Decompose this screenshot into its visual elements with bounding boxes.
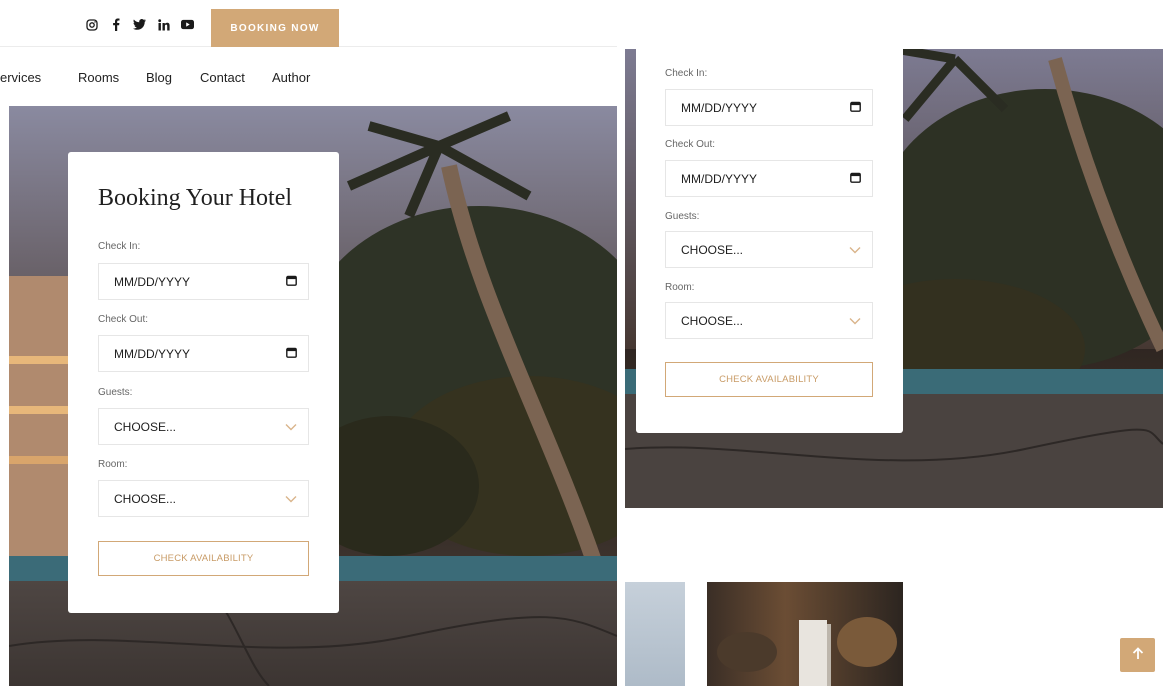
nav-item-blog[interactable]: Blog [146, 70, 172, 85]
guests-value: CHOOSE... [114, 419, 177, 434]
gallery-thumbnail[interactable] [625, 582, 685, 686]
check-out-date-input[interactable]: MM/DD/YYYY [665, 160, 873, 197]
instagram-icon[interactable] [85, 18, 98, 31]
check-in-label: Check In: [98, 241, 141, 252]
guests-select[interactable]: CHOOSE... [665, 231, 873, 268]
check-availability-button[interactable]: CHECK AVAILABILITY [98, 541, 309, 576]
booking-now-button[interactable]: BOOKING NOW [211, 9, 339, 47]
calendar-icon[interactable] [850, 101, 861, 115]
check-out-value: MM/DD/YYYY [681, 171, 758, 186]
room-label: Room: [98, 459, 128, 470]
guests-select[interactable]: CHOOSE... [98, 408, 309, 445]
check-in-value: MM/DD/YYYY [681, 100, 758, 115]
check-in-value: MM/DD/YYYY [114, 274, 191, 289]
check-out-value: MM/DD/YYYY [114, 346, 191, 361]
guests-label: Guests: [665, 211, 700, 222]
check-in-label: Check In: [665, 68, 708, 79]
booking-card: Booking Your Hotel Check In: MM/DD/YYYY … [68, 152, 339, 613]
linkedin-icon[interactable] [157, 18, 170, 31]
check-in-date-input[interactable]: MM/DD/YYYY [98, 263, 309, 300]
scroll-to-top-button[interactable] [1120, 638, 1155, 672]
nav-item-contact[interactable]: Contact [200, 70, 245, 85]
room-select[interactable]: CHOOSE... [98, 480, 309, 517]
booking-title: Booking Your Hotel [98, 185, 293, 211]
chevron-down-icon [849, 314, 861, 328]
room-value: CHOOSE... [681, 313, 744, 328]
check-out-label: Check Out: [98, 314, 149, 325]
youtube-icon[interactable] [181, 18, 194, 31]
left-page-view: BOOKING NOW ervices Rooms Blog Contact A… [0, 0, 617, 686]
gallery-thumbnail[interactable] [707, 582, 903, 686]
guests-value: CHOOSE... [681, 242, 744, 257]
chevron-down-icon [849, 243, 861, 257]
check-out-label: Check Out: [665, 139, 716, 150]
nav-item-author[interactable]: Author [272, 70, 310, 85]
booking-card-duplicate: Check In: MM/DD/YYYY Check Out: MM/DD/YY… [636, 49, 903, 433]
check-out-date-input[interactable]: MM/DD/YYYY [98, 335, 309, 372]
calendar-icon[interactable] [850, 172, 861, 186]
check-in-date-input[interactable]: MM/DD/YYYY [665, 89, 873, 126]
room-value: CHOOSE... [114, 491, 177, 506]
check-availability-button[interactable]: CHECK AVAILABILITY [665, 362, 873, 397]
twitter-icon[interactable] [133, 18, 146, 31]
chevron-down-icon [285, 492, 297, 506]
nav-item-rooms[interactable]: Rooms [78, 70, 119, 85]
room-select[interactable]: CHOOSE... [665, 302, 873, 339]
thumbnail-scene [717, 617, 897, 686]
guests-label: Guests: [98, 387, 133, 398]
chevron-down-icon [285, 420, 297, 434]
calendar-icon[interactable] [286, 275, 297, 289]
facebook-icon[interactable] [109, 18, 122, 31]
top-bar: BOOKING NOW [0, 0, 617, 47]
arrow-up-icon [1132, 647, 1144, 663]
calendar-icon[interactable] [286, 347, 297, 361]
social-links [85, 18, 194, 31]
nav-item-services[interactable]: ervices [0, 70, 41, 85]
room-label: Room: [665, 282, 695, 293]
